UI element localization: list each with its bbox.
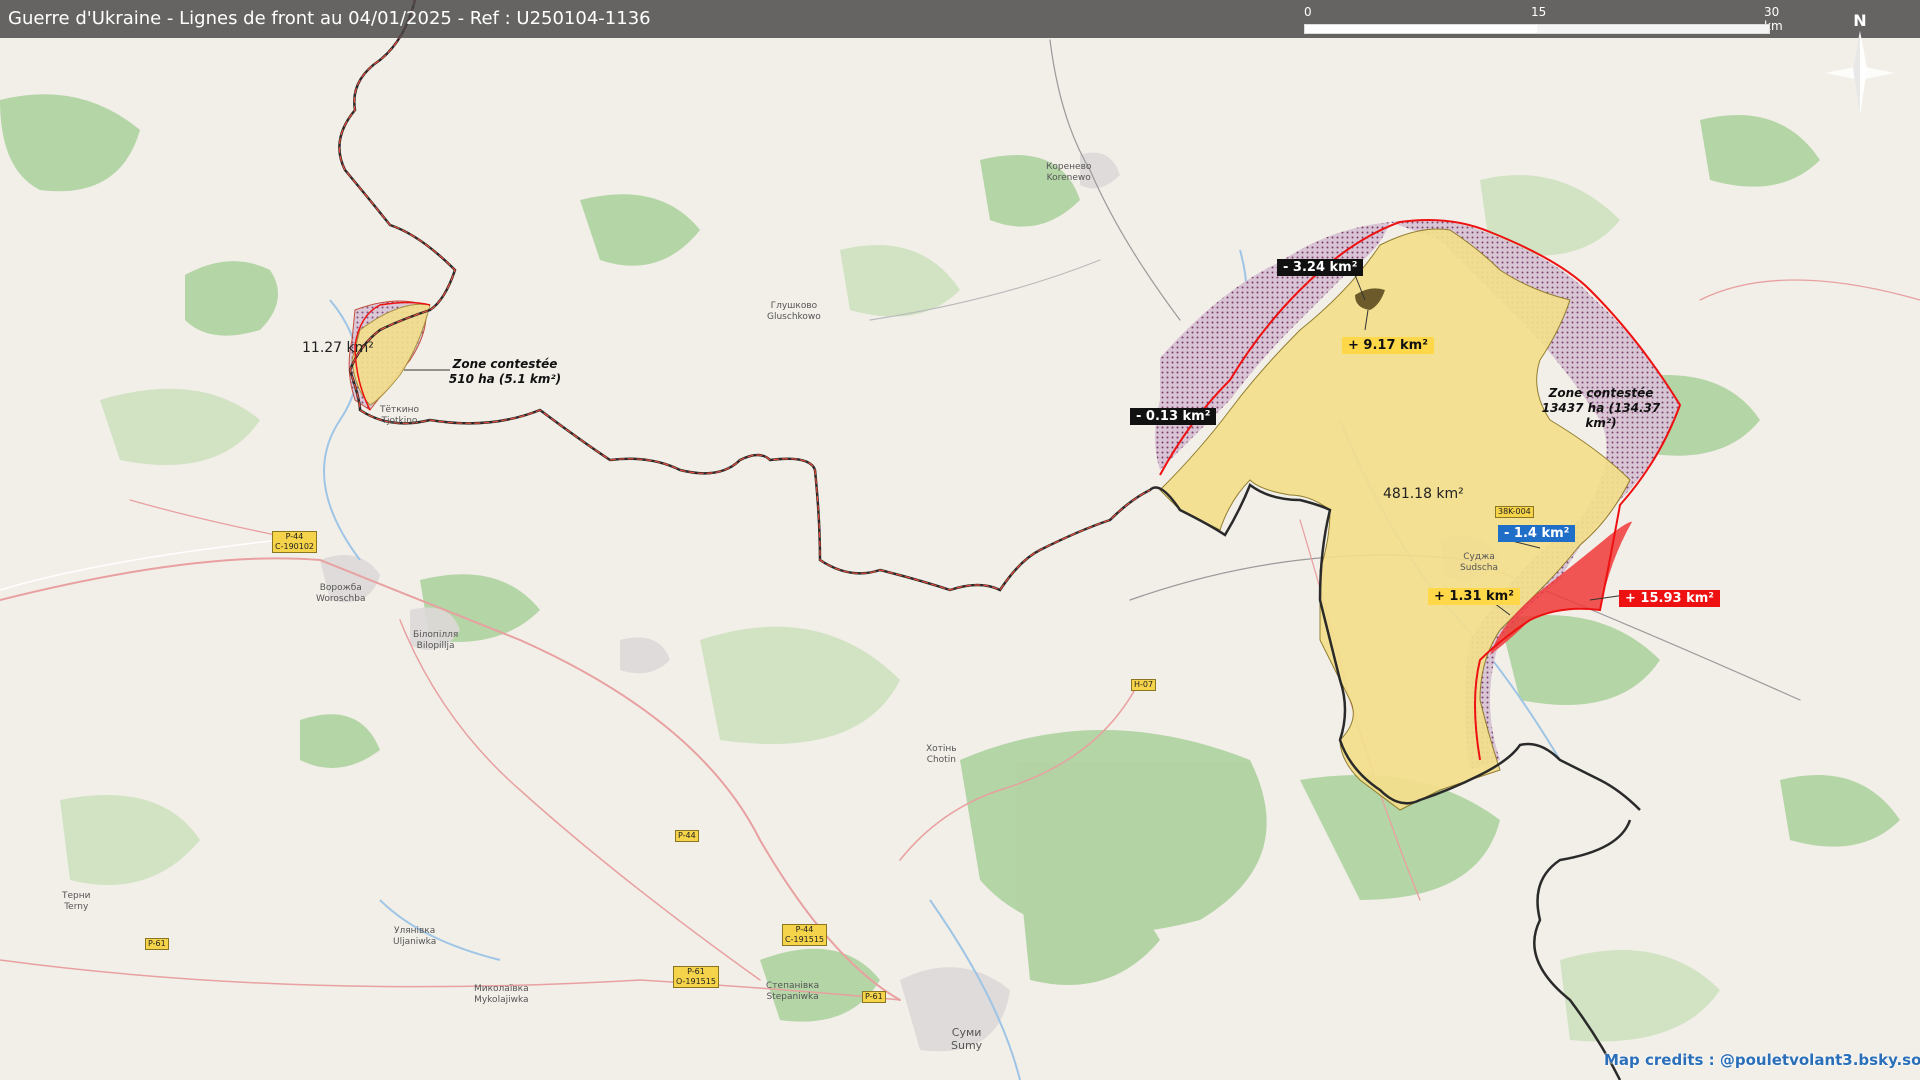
town-sumy: Суми Sumy <box>951 1026 983 1052</box>
compass-icon: N <box>1815 6 1905 116</box>
town-stepanivka: Степанівка Stepaniwka <box>766 981 820 1002</box>
road-shield-p61-o191515: P-61 O-191515 <box>673 966 719 988</box>
town-mykolaivka: Миколаївка Mykolajiwka <box>474 984 529 1005</box>
road-shield-p44-c190102: P-44 C-190102 <box>272 531 318 553</box>
scale-label-15: 15 <box>1531 5 1547 19</box>
town-tyotkino: Тёткино Tjotkino <box>380 405 419 426</box>
road-shield-p61-a: P-61 <box>145 938 169 950</box>
title-bar: Guerre d'Ukraine - Lignes de front au 04… <box>0 0 1920 38</box>
road-shield-h07: H-07 <box>1131 679 1157 691</box>
area-label-small: 11.27 km² <box>302 340 374 356</box>
scale-bar-segment <box>1537 25 1769 33</box>
town-bilopillia: Білопілля Bilopillja <box>413 630 459 651</box>
road-shield-p44: P-44 <box>675 830 699 842</box>
change-label-minus-3-24: - 3.24 km² <box>1277 259 1364 276</box>
town-terny: Терни Terny <box>62 891 91 912</box>
zone-east-title: Zone contestée <box>1548 386 1654 400</box>
road-shield-p61-b: P-61 <box>862 991 886 1003</box>
town-khotin: Хотінь Chotin <box>926 744 957 765</box>
zone-label-east: Zone contestée 13437 ha (134.37 km²) <box>1526 386 1676 431</box>
map-credits[interactable]: Map credits : @pouletvolant3.bsky.social <box>1604 1051 1920 1069</box>
change-label-plus-9-17: + 9.17 km² <box>1342 337 1434 354</box>
town-korenevo: Коренево Korenewo <box>1046 162 1092 183</box>
change-label-plus-1-31: + 1.31 km² <box>1428 588 1520 605</box>
zone-east-value: 13437 ha (134.37 km²) <box>1541 401 1661 430</box>
change-label-plus-15-93: + 15.93 km² <box>1619 590 1720 607</box>
zone-west-value: 510 ha (5.1 km²) <box>448 372 562 386</box>
road-shield-p44-c191515: P-44 C-191515 <box>782 924 828 946</box>
change-label-minus-0-13: - 0.13 km² <box>1130 408 1217 425</box>
map-title: Guerre d'Ukraine - Lignes de front au 04… <box>8 8 651 29</box>
town-vorozhba: Ворожба Woroschba <box>316 583 366 604</box>
scale-label-0: 0 <box>1304 5 1312 19</box>
area-label-main: 481.18 km² <box>1383 486 1464 502</box>
town-glushkovo: Глушково Gluschkowo <box>767 301 821 322</box>
zone-west-title: Zone contestée <box>452 357 558 371</box>
zone-label-west: Zone contestée 510 ha (5.1 km²) <box>440 357 570 387</box>
town-ulianivka: Улянівка Uljaniwka <box>393 926 437 947</box>
road-shield-38k004: 38K-004 <box>1495 506 1534 518</box>
town-sudzha: Суджа Sudscha <box>1460 552 1498 573</box>
scale-bar: 0 15 30 km <box>1304 4 1783 34</box>
change-label-minus-1-4: - 1.4 km² <box>1498 525 1576 542</box>
compass-north-label: N <box>1853 11 1866 30</box>
